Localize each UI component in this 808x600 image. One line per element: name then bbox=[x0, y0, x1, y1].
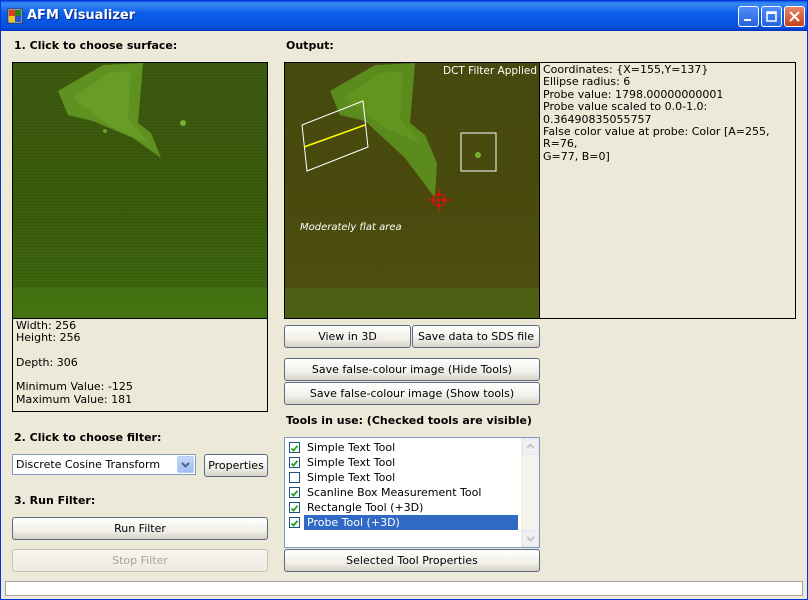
properties-button[interactable]: Properties bbox=[204, 454, 268, 477]
surface-depth: Depth: 306 bbox=[16, 355, 78, 369]
selected-tool-properties-button[interactable]: Selected Tool Properties bbox=[284, 549, 540, 572]
title-bar[interactable]: AFM Visualizer bbox=[1, 1, 807, 31]
app-icon bbox=[7, 8, 23, 24]
tool-overlays bbox=[301, 100, 497, 212]
minimize-button[interactable] bbox=[738, 6, 759, 27]
surface-min: Minimum Value: -125 bbox=[16, 380, 133, 394]
tool-visible-checkbox[interactable] bbox=[289, 487, 300, 498]
tool-visible-checkbox[interactable] bbox=[289, 502, 300, 513]
scroll-up-button[interactable] bbox=[522, 438, 539, 455]
filter-dropdown-button[interactable] bbox=[177, 456, 194, 473]
output-image[interactable]: DCT Filter Applied Moderately flat area bbox=[284, 62, 540, 319]
tool-visible-checkbox[interactable] bbox=[289, 457, 300, 468]
tool-list-item-label: Rectangle Tool (+3D) bbox=[307, 501, 424, 514]
stop-filter-button[interactable]: Stop Filter bbox=[12, 549, 268, 572]
view-3d-button[interactable]: View in 3D bbox=[284, 325, 411, 348]
save-image-show-tools-button[interactable]: Save false-colour image (Show tools) bbox=[284, 382, 540, 405]
status-bar bbox=[5, 581, 803, 596]
probe-radius: Ellipse radius: 6 bbox=[543, 75, 631, 89]
surface-info-panel: Width: 256 Height: 256 Depth: 306 Minimu… bbox=[12, 318, 268, 412]
minimize-icon bbox=[744, 19, 751, 21]
tool-list-item-label: Simple Text Tool bbox=[307, 441, 396, 454]
checkmark-icon bbox=[290, 505, 299, 512]
scroll-down-button[interactable] bbox=[522, 530, 539, 547]
tool-list-item[interactable]: Simple Text Tool bbox=[288, 440, 506, 455]
filter-select[interactable]: Discrete Cosine Transform bbox=[12, 454, 196, 475]
probe-scaled-label: Probe value scaled to 0.0-1.0: bbox=[543, 100, 708, 114]
checkmark-icon bbox=[290, 460, 299, 467]
tool-list-item-label: Simple Text Tool bbox=[307, 471, 396, 484]
tool-list-item-label: Probe Tool (+3D) bbox=[304, 515, 518, 530]
tools-list-scrollbar[interactable] bbox=[521, 438, 539, 547]
rectangle-tool[interactable] bbox=[460, 132, 497, 172]
surface-height: Height: 256 bbox=[16, 331, 81, 345]
tool-list-item[interactable]: Rectangle Tool (+3D) bbox=[288, 500, 506, 515]
close-icon bbox=[789, 11, 800, 22]
tool-visible-checkbox[interactable] bbox=[289, 472, 300, 483]
surface-picture bbox=[13, 63, 267, 318]
filter-select-value: Discrete Cosine Transform bbox=[16, 458, 161, 471]
tool-list-item[interactable]: Probe Tool (+3D) bbox=[288, 515, 518, 530]
checkmark-icon bbox=[290, 445, 299, 452]
checkmark-icon bbox=[290, 490, 299, 497]
tool-visible-checkbox[interactable] bbox=[289, 442, 300, 453]
scanline-box-tool[interactable] bbox=[301, 100, 369, 172]
output-label: Output: bbox=[286, 39, 334, 52]
checkmark-icon bbox=[290, 520, 299, 527]
maximize-button[interactable] bbox=[761, 6, 782, 27]
probe-marker-icon[interactable] bbox=[427, 188, 451, 212]
chevron-down-icon bbox=[526, 536, 535, 542]
false-color-line1: False color value at probe: Color [A=255… bbox=[543, 125, 770, 151]
step1-label: 1. Click to choose surface: bbox=[14, 39, 178, 52]
tool-list-item[interactable]: Simple Text Tool bbox=[288, 455, 506, 470]
tool-list-item[interactable]: Scanline Box Measurement Tool bbox=[288, 485, 506, 500]
tool-list-item-label: Simple Text Tool bbox=[307, 456, 396, 469]
save-image-hide-tools-button[interactable]: Save false-colour image (Hide Tools) bbox=[284, 358, 540, 381]
tool-list-item[interactable]: Simple Text Tool bbox=[288, 470, 506, 485]
probe-info-panel: Coordinates: {X=155,Y=137} Ellipse radiu… bbox=[540, 62, 796, 319]
close-button[interactable] bbox=[784, 6, 805, 27]
false-color-line2: G=77, B=0] bbox=[543, 149, 610, 163]
annotation-text: Moderately flat area bbox=[300, 222, 402, 233]
run-filter-button[interactable]: Run Filter bbox=[12, 517, 268, 540]
app-window: AFM Visualizer 1. Click to choose surfac… bbox=[0, 0, 808, 600]
window-title: AFM Visualizer bbox=[27, 8, 136, 23]
step2-label: 2. Click to choose filter: bbox=[14, 431, 162, 444]
tools-list[interactable]: Simple Text Tool Simple Text Tool Simple T… bbox=[284, 437, 540, 548]
surface-max: Maximum Value: 181 bbox=[16, 392, 133, 406]
chevron-down-icon bbox=[181, 462, 190, 468]
surface-image[interactable] bbox=[12, 62, 268, 319]
maximize-icon bbox=[766, 11, 777, 22]
tool-visible-checkbox[interactable] bbox=[289, 517, 300, 528]
tool-list-item-label: Scanline Box Measurement Tool bbox=[307, 486, 482, 499]
save-sds-button[interactable]: Save data to SDS file bbox=[412, 325, 540, 348]
tools-label: Tools in use: (Checked tools are visible… bbox=[286, 414, 532, 427]
step3-label: 3. Run Filter: bbox=[14, 494, 96, 507]
chevron-up-icon bbox=[526, 443, 535, 449]
